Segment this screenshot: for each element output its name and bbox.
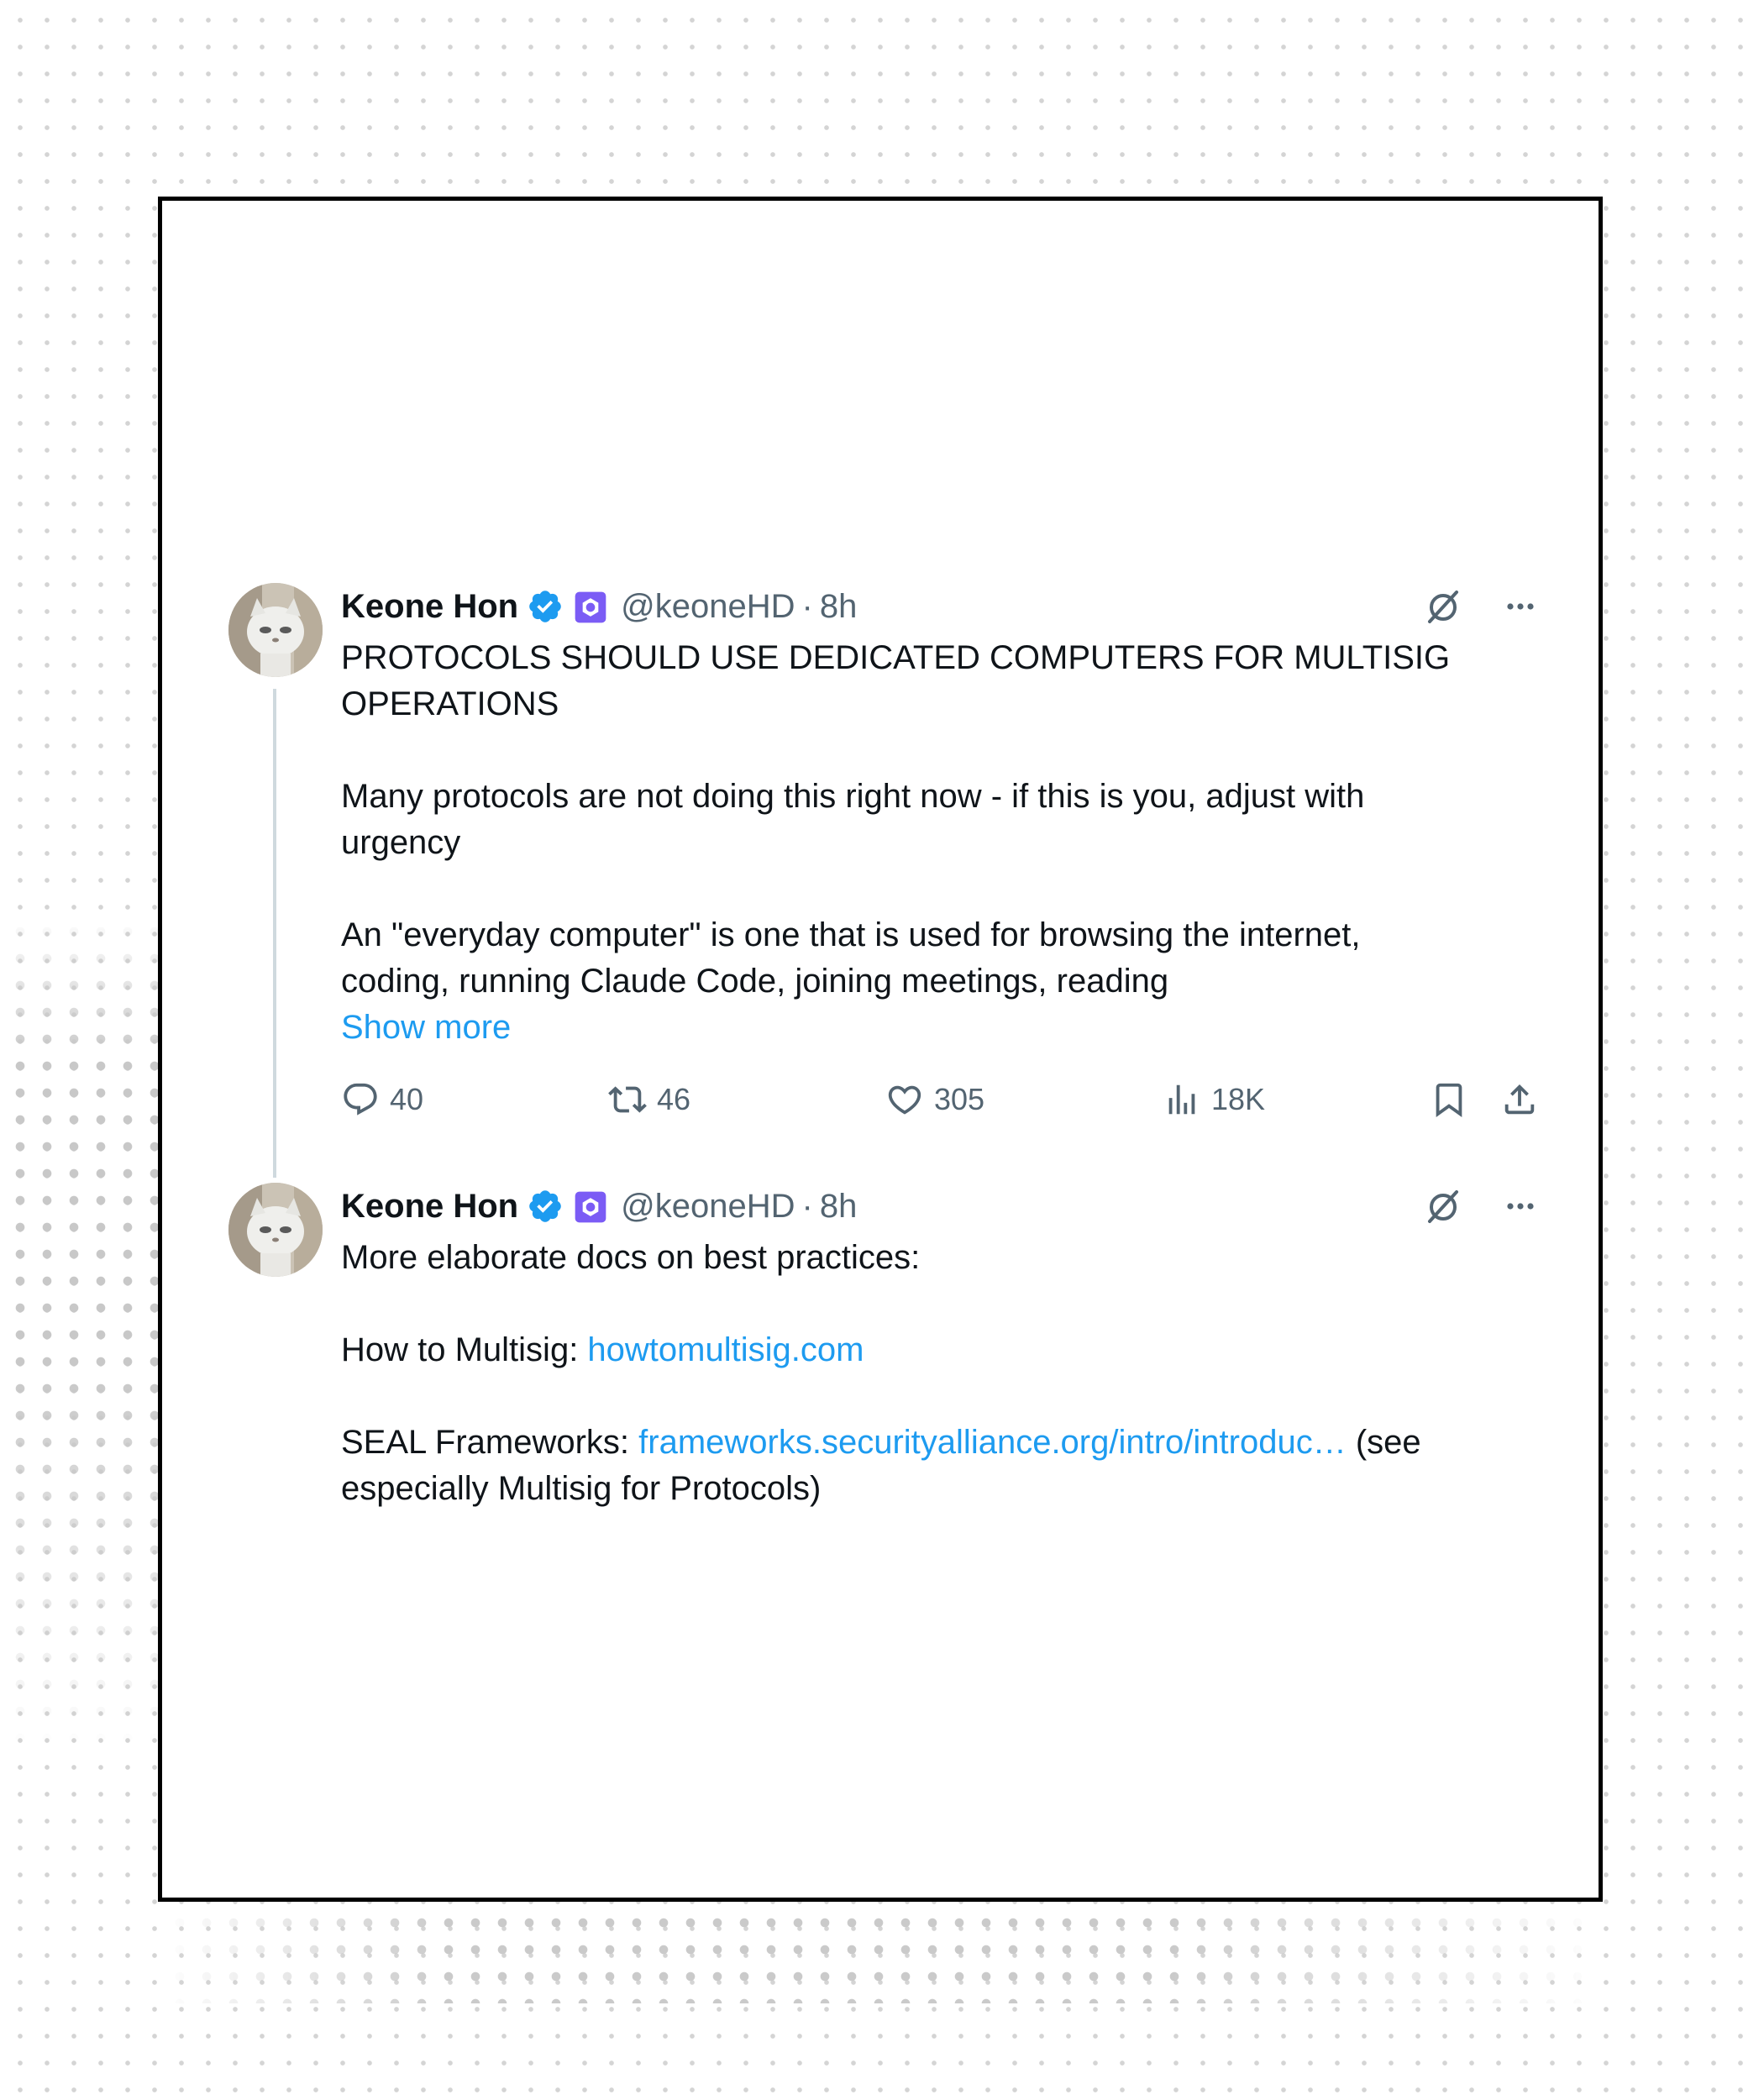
header-actions [1421,1184,1542,1228]
like-button[interactable]: 305 [885,1074,984,1125]
tweet-line: More elaborate docs on best practices: [341,1239,921,1276]
reply-count: 40 [390,1082,424,1116]
heart-icon [888,1085,921,1115]
like-count: 305 [934,1082,985,1116]
reply-button[interactable]: 40 [341,1074,423,1125]
tweet-header: Keone Hon @keoneHD · 8h [341,1183,1542,1230]
affiliate-badge-icon [574,1189,607,1223]
timestamp[interactable]: 8h [820,1183,858,1230]
show-more-link[interactable]: Show more [341,1005,511,1051]
grok-icon[interactable] [1421,585,1465,628]
tweet-line: Many protocols are not doing this right … [341,778,1365,815]
separator: · [801,588,813,625]
tweet-line: SEAL Frameworks: frameworks.securityalli… [341,1420,1542,1466]
tweet-text: More elaborate docs on best practices: H… [341,1235,1542,1512]
timestamp[interactable]: 8h [820,583,858,630]
tweet-line: An "everyday computer" is one that is us… [341,916,1361,953]
more-icon[interactable] [1499,585,1542,628]
views-button[interactable]: 18K [1163,1074,1265,1125]
tweet-content: Keone Hon @keoneHD · 8h More elaborate d… [341,1183,1542,1512]
views-count: 18K [1211,1082,1266,1116]
reply-icon [344,1083,377,1116]
retweet-icon [608,1086,647,1113]
tweet-line: How to Multisig: howtomultisig.com [341,1327,1542,1373]
tweet-line: coding, running Claude Code, joining mee… [341,963,1169,1000]
tweet-content: Keone Hon @keoneHD · 8h PROTOCOLS SHOULD… [341,583,1542,1125]
author-handle[interactable]: @keoneHD [621,1183,795,1230]
share-icon [1504,1084,1535,1115]
more-icon[interactable] [1499,1184,1542,1228]
share-button[interactable] [1500,1074,1539,1125]
tweet-line: especially Multisig for Protocols) [341,1470,822,1507]
grok-icon[interactable] [1421,1184,1465,1228]
tweet-text: PROTOCOLS SHOULD USE DEDICATED COMPUTERS… [341,635,1542,1051]
howto-label: How to Multisig: [341,1331,588,1368]
dotted-background-accent-left [0,911,160,1751]
author-name[interactable]: Keone Hon [341,1183,518,1230]
howto-multisig-link[interactable]: howtomultisig.com [587,1331,864,1368]
tweet-action-bar: 40 46 305 18K [341,1074,1542,1125]
tweet-header: Keone Hon @keoneHD · 8h [341,583,1542,630]
tweet-line: PROTOCOLS SHOULD USE DEDICATED COMPUTERS… [341,639,1451,676]
views-chart-icon [1168,1084,1195,1115]
retweet-button[interactable]: 46 [608,1074,690,1125]
header-actions [1421,585,1542,628]
seal-label: SEAL Frameworks: [341,1424,639,1461]
dotted-background-accent-bottom [160,1903,1604,2003]
thread-connector-line [273,689,276,1178]
bookmark-button[interactable] [1430,1074,1468,1125]
verified-badge-icon [527,1188,564,1225]
tweet-line: OPERATIONS [341,685,559,722]
separator: · [801,1188,813,1225]
seal-suffix: (see [1346,1424,1421,1461]
avatar[interactable] [228,583,323,677]
avatar[interactable] [228,1183,323,1277]
bookmark-icon [1436,1083,1462,1117]
retweet-count: 46 [657,1082,691,1116]
seal-frameworks-link[interactable]: frameworks.securityalliance.org/intro/in… [638,1424,1347,1461]
affiliate-badge-icon [574,590,607,623]
author-handle[interactable]: @keoneHD [621,583,795,630]
author-name[interactable]: Keone Hon [341,583,518,630]
verified-badge-icon [527,588,564,625]
tweet-line: urgency [341,824,461,861]
